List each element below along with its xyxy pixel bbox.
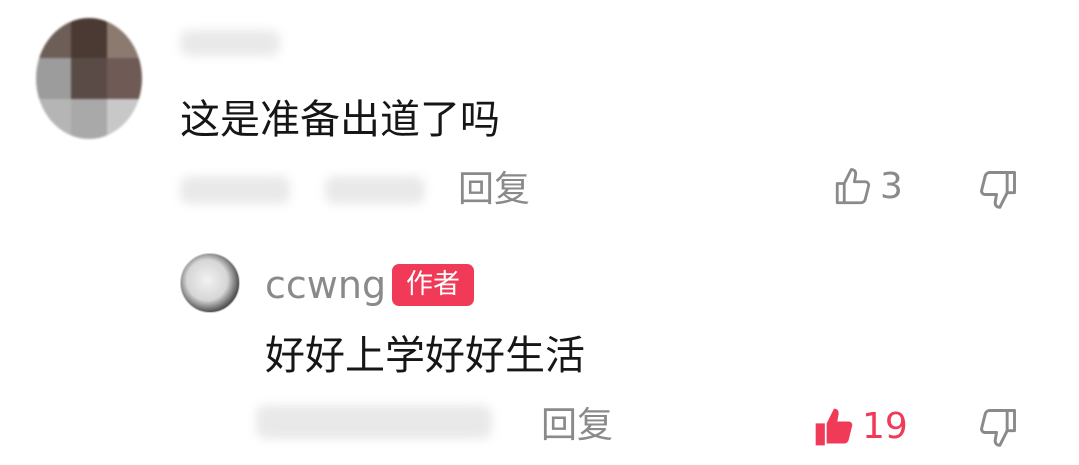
thumbs-up-outline-icon [835,168,871,205]
author-badge: 作者 [392,264,474,306]
comment-like-count: 3 [880,166,903,207]
thumbs-up-filled-icon [815,408,853,446]
commenter-avatar[interactable] [36,18,142,139]
commenter-name-redacted [180,30,280,56]
comment-text: 这是准备出道了吗 [180,97,500,143]
reply-like-button[interactable]: 19 [812,405,908,449]
comment-meta-redacted-2 [325,176,425,204]
comment-meta-redacted [180,176,290,204]
reply-meta-redacted [256,405,492,439]
thumbs-down-outline-icon [980,171,1016,209]
reply-like-count: 19 [862,406,908,447]
comment-like-button[interactable]: 3 [832,166,903,208]
reply-reply-button[interactable]: 回复 [541,408,613,444]
comment-dislike-button[interactable] [976,167,1020,215]
reply-username[interactable]: ccwng [265,266,386,304]
reply-dislike-button[interactable] [976,405,1020,453]
comment-reply-button[interactable]: 回复 [458,172,530,208]
reply-text: 好好上学好好生活 [265,333,585,379]
author-avatar[interactable] [180,253,240,313]
thumbs-down-outline-icon [980,409,1016,447]
